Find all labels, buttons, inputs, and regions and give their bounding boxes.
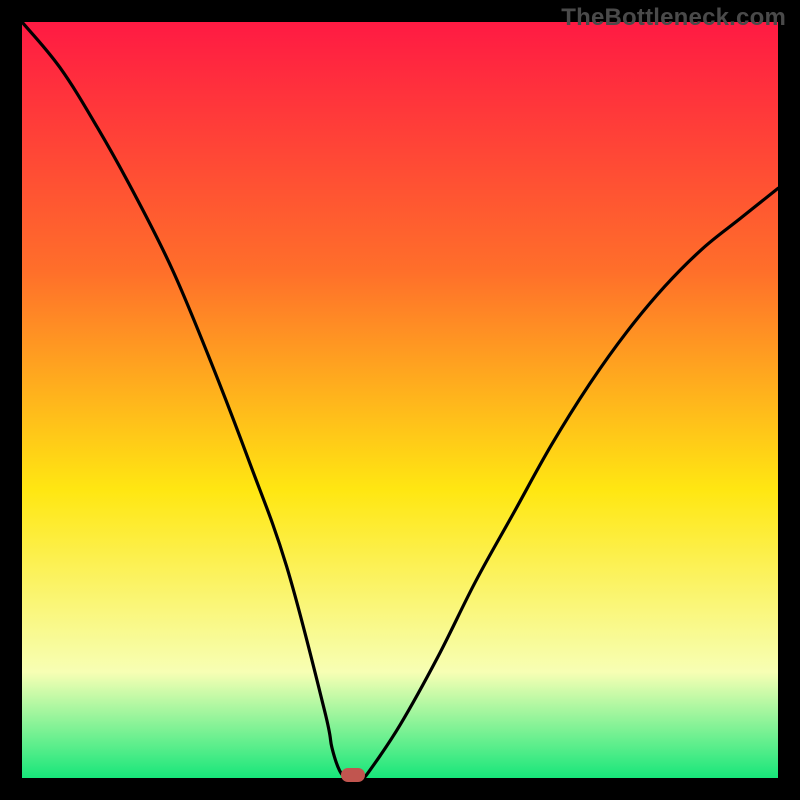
chart-svg bbox=[22, 22, 778, 778]
plot-area bbox=[22, 22, 778, 778]
trough-marker bbox=[341, 768, 365, 782]
watermark-text: TheBottleneck.com bbox=[561, 4, 786, 32]
chart-container: TheBottleneck.com bbox=[0, 0, 800, 800]
gradient-background bbox=[22, 22, 778, 778]
